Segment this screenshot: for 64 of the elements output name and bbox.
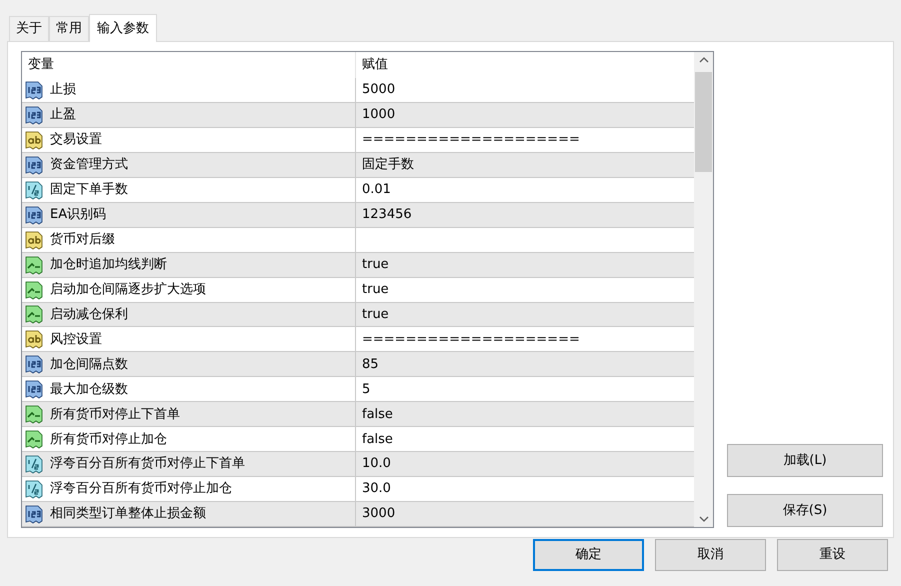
tab[interactable]: 输入参数 (89, 14, 157, 42)
integer-icon (24, 104, 44, 125)
parameter-name: 相同类型订单整体止损金额 (50, 505, 206, 524)
parameter-value[interactable]: ==================== (356, 327, 580, 352)
parameter-name: 资金管理方式 (50, 156, 128, 174)
integer-icon (24, 354, 44, 374)
parameter-value[interactable]: 30.0 (356, 477, 391, 502)
text-icon (24, 130, 44, 150)
parameter-value[interactable]: 1000 (356, 102, 396, 127)
parameter-value[interactable]: 3000 (356, 502, 396, 526)
parameter-value[interactable]: 固定手数 (356, 152, 414, 177)
parameter-name: 启动加仓间隔逐步扩大选项 (50, 280, 206, 299)
parameter-name: EA识别码 (50, 206, 106, 224)
tab[interactable]: 关于 (9, 16, 49, 41)
parameter-value[interactable]: ==================== (356, 128, 580, 152)
parameter-value[interactable]: 123456 (356, 202, 412, 227)
parameter-name: 交易设置 (50, 131, 102, 150)
parameter-value[interactable]: 0.01 (356, 178, 391, 202)
dialog-button[interactable]: 重设 (777, 539, 888, 571)
toggle-icon (24, 304, 44, 324)
integer-icon (24, 154, 44, 175)
integer-icon (24, 504, 44, 524)
parameter-name: 最大加仓级数 (50, 380, 128, 399)
fraction-icon (24, 454, 44, 474)
integer-icon (24, 204, 44, 225)
parameter-name: 浮夸百分百所有货币对停止加仓 (50, 480, 232, 498)
tab[interactable]: 常用 (49, 16, 89, 41)
dialog-button[interactable]: 取消 (655, 539, 766, 571)
parameter-value[interactable]: false (356, 427, 393, 452)
parameter-value[interactable]: 5000 (356, 78, 396, 102)
fraction-icon (24, 479, 44, 500)
parameter-value[interactable]: true (356, 278, 389, 302)
text-icon (24, 329, 44, 350)
fraction-icon (24, 180, 44, 200)
parameter-name: 风控设置 (50, 330, 102, 349)
scroll-thumb[interactable] (695, 72, 712, 172)
toggle-icon (24, 280, 44, 300)
scrollbar[interactable] (694, 52, 713, 527)
load-button[interactable]: 加载(L) (727, 444, 883, 477)
dialog-button[interactable]: 确定 (533, 539, 644, 571)
integer-icon (24, 379, 44, 400)
parameter-value[interactable]: true (356, 252, 389, 277)
parameter-name: 止盈 (50, 106, 76, 124)
text-icon (24, 230, 44, 250)
parameter-name: 固定下单手数 (50, 180, 128, 199)
column-header[interactable]: 赋值 (356, 55, 388, 75)
toggle-icon (24, 429, 44, 450)
toggle-icon (24, 404, 44, 424)
parameter-name: 加仓间隔点数 (50, 356, 128, 374)
parameter-name: 货币对后缀 (50, 230, 115, 249)
parameter-name: 加仓时追加均线判断 (50, 256, 167, 274)
parameter-value[interactable]: true (356, 302, 389, 326)
parameter-value[interactable]: 5 (356, 377, 370, 402)
parameter-name: 启动减仓保利 (50, 306, 128, 324)
parameter-value[interactable]: 10.0 (356, 452, 391, 476)
parameter-value[interactable]: 85 (356, 352, 379, 376)
parameter-name: 止损 (50, 81, 76, 100)
save-button[interactable]: 保存(S) (727, 494, 883, 527)
parameter-value[interactable]: false (356, 402, 393, 426)
parameter-name: 所有货币对停止下首单 (50, 406, 180, 424)
parameter-name: 所有货币对停止加仓 (50, 430, 167, 448)
parameter-name: 浮夸百分百所有货币对停止下首单 (50, 455, 245, 474)
integer-icon (24, 80, 44, 100)
toggle-icon (24, 254, 44, 275)
